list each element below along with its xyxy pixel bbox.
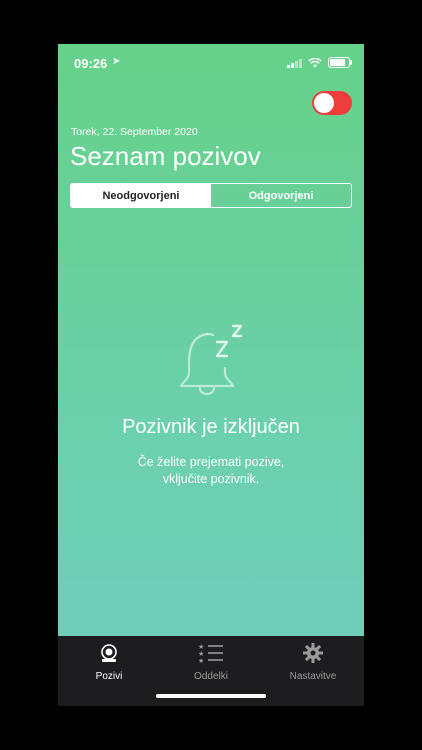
tab-bar: Pozivi ★ ★ ★ Oddelki Nastavitve	[58, 636, 364, 706]
bell-sleep-icon	[179, 324, 243, 396]
svg-text:★: ★	[198, 657, 204, 664]
segmented-control: Neodgovorjeni Odgovorjeni	[70, 183, 352, 208]
toggle-knob	[314, 93, 334, 113]
page-title: Seznam pozivov	[70, 141, 261, 171]
gear-icon	[303, 643, 323, 663]
status-time: 09:26	[74, 56, 108, 71]
app-screen: 09:26 ➤ Torek, 22. September 2020 Seznam…	[58, 44, 364, 706]
empty-state-title: Pozivnik je izključen	[122, 416, 300, 438]
current-date: Torek, 22. September 2020	[71, 126, 198, 138]
tab-nastavitve[interactable]: Nastavitve	[273, 642, 353, 682]
home-indicator[interactable]	[156, 694, 266, 698]
wifi-icon	[308, 57, 322, 67]
star-list-icon: ★★★	[198, 643, 223, 665]
segment-unanswered[interactable]: Neodgovorjeni	[71, 184, 211, 207]
battery-icon	[328, 57, 352, 68]
segment-answered[interactable]: Odgovorjeni	[211, 184, 351, 207]
tab-pozivi[interactable]: Pozivi	[69, 642, 149, 682]
empty-state-description: Če želite prejemati pozive, vključite po…	[137, 455, 285, 486]
tab-oddelki[interactable]: ★ ★ ★ Oddelki	[171, 642, 251, 682]
status-bar: 09:26 ➤	[58, 44, 364, 80]
tab-label-nastavitve: Nastavitve	[289, 671, 337, 682]
pager-toggle-switch[interactable]	[312, 91, 352, 115]
alarm-bell-icon	[101, 644, 117, 662]
tab-label-pozivi: Pozivi	[95, 671, 123, 682]
tab-label-oddelki: Oddelki	[194, 671, 228, 682]
signal-icon	[287, 58, 302, 68]
location-arrow-icon: ➤	[112, 56, 121, 67]
